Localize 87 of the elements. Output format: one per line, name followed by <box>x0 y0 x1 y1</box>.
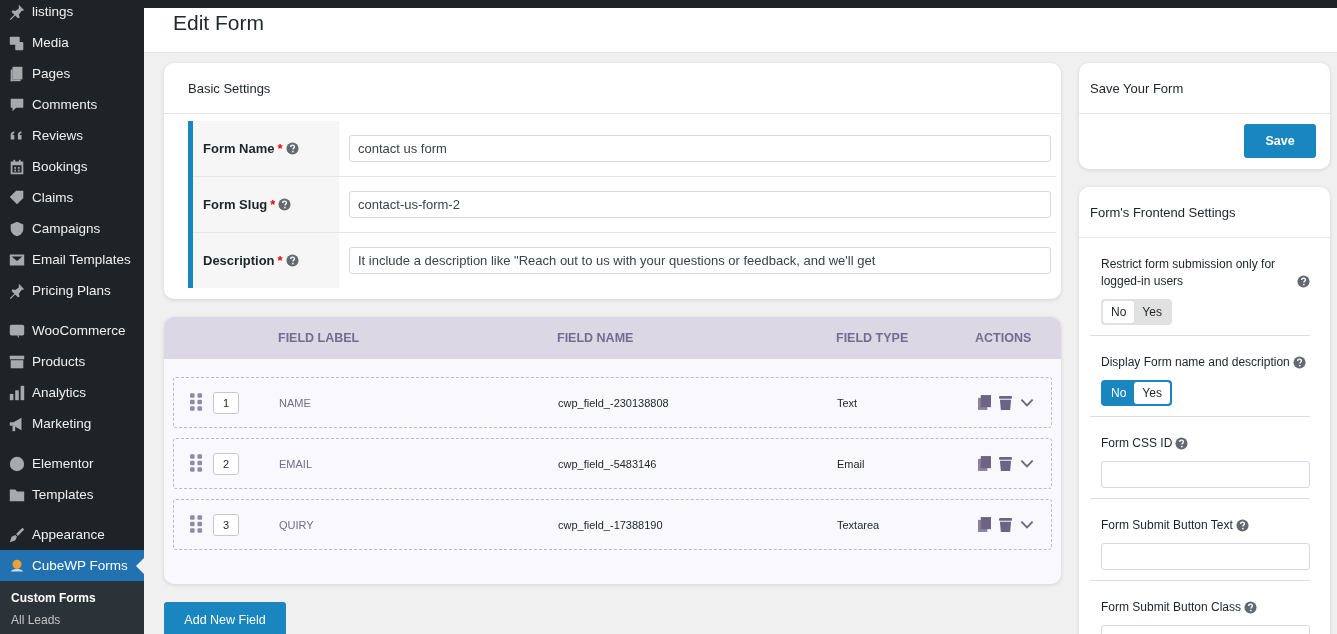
card-title: Basic Settings <box>164 63 1061 114</box>
sidebar-item[interactable]: CubeWP Forms <box>0 550 144 581</box>
setting-label: Form CSS ID <box>1101 435 1173 452</box>
paintbrush-icon <box>8 525 26 544</box>
help-icon[interactable] <box>1175 437 1189 450</box>
sidebar-item[interactable]: Appearance <box>0 519 144 550</box>
order-number: 1 <box>213 391 239 414</box>
add-new-field-button[interactable]: Add New Field <box>164 602 286 634</box>
help-icon[interactable] <box>285 254 299 267</box>
text-input[interactable]: contact us form <box>349 135 1051 162</box>
yes-no-toggle[interactable]: No Yes <box>1101 380 1172 406</box>
help-icon[interactable] <box>1244 601 1258 614</box>
sidebar-item[interactable]: listings <box>0 0 144 27</box>
card-title: Form's Frontend Settings <box>1079 187 1330 238</box>
sidebar-item[interactable]: Email Templates <box>0 244 144 275</box>
column-header: FIELD LABEL <box>278 331 361 345</box>
sidebar-item[interactable]: Claims <box>0 182 144 213</box>
sidebar-item[interactable]: Campaigns <box>0 213 144 244</box>
sidebar-item[interactable]: WooCommerce <box>0 315 144 346</box>
setting-label: Form Submit Button Class <box>1101 599 1242 616</box>
card-title: Save Your Form <box>1079 63 1330 114</box>
calendar-icon <box>8 157 26 176</box>
help-icon[interactable] <box>1292 356 1306 369</box>
trash-icon[interactable] <box>999 517 1012 532</box>
table-cell-text: EMAIL <box>279 457 313 470</box>
table-cell-text: Textarea <box>837 518 881 531</box>
sidebar-item[interactable]: Reviews <box>0 120 144 151</box>
field-row[interactable]: 2 EMAIL cwp_field_-5483146 Email <box>173 438 1052 489</box>
copy-icon[interactable] <box>978 456 991 471</box>
save-button[interactable]: Save <box>1244 124 1316 158</box>
submenu-item[interactable]: All Leads <box>0 609 144 631</box>
field-row[interactable]: 1 NAME cwp_field_-230138808 Text <box>173 377 1052 428</box>
table-cell-text: cwp_field_-17388190 <box>558 518 664 531</box>
setting-label: Restrict form submission only for logged-in users <box>1101 256 1277 290</box>
text-input[interactable]: It include a description like "Reach out to us with your questions or feedback, and we'll get <box>349 247 1051 274</box>
help-icon[interactable] <box>285 142 299 155</box>
pin-icon <box>8 281 26 300</box>
help-icon[interactable] <box>1235 519 1249 532</box>
order-number: 2 <box>213 452 239 475</box>
field-label: Form Slug <box>203 197 268 212</box>
sidebar-item[interactable]: Pricing Plans <box>0 275 144 306</box>
field-label: Form Name <box>203 141 275 156</box>
sidebar-item[interactable]: Media <box>0 27 144 58</box>
drag-handle-icon[interactable] <box>190 515 203 534</box>
shield-icon <box>8 219 26 238</box>
table-cell-text: Text <box>837 396 859 409</box>
sidebar-item[interactable]: Pages <box>0 58 144 89</box>
copy-icon[interactable] <box>978 517 991 532</box>
sidebar-item[interactable]: Analytics <box>0 377 144 408</box>
table-cell-text: cwp_field_-5483146 <box>558 457 658 470</box>
sidebar-item[interactable]: Bookings <box>0 151 144 182</box>
table-cell-text: QUIRY <box>279 518 315 531</box>
column-header: FIELD NAME <box>557 331 635 345</box>
order-number: 3 <box>213 513 239 536</box>
trash-icon[interactable] <box>999 395 1012 410</box>
trash-icon[interactable] <box>999 456 1012 471</box>
required-asterisk: * <box>270 197 276 212</box>
sidebar-item[interactable]: Products <box>0 346 144 377</box>
text-input[interactable] <box>1101 543 1310 570</box>
tag-icon <box>8 188 26 207</box>
table-cell-text: NAME <box>279 396 312 409</box>
yes-no-toggle[interactable]: No Yes <box>1101 299 1172 325</box>
help-icon[interactable] <box>278 198 292 211</box>
text-input[interactable]: contact-us-form-2 <box>349 191 1051 218</box>
field-label: Description <box>203 253 275 268</box>
sidebar-item[interactable]: Templates <box>0 479 144 510</box>
setting-label: Form Submit Button Text <box>1101 517 1233 534</box>
sidebar-item[interactable]: Comments <box>0 89 144 120</box>
table-cell-text: Email <box>837 457 866 470</box>
setting-label: Display Form name and description <box>1101 354 1290 371</box>
sidebar-item[interactable]: Marketing <box>0 408 144 439</box>
page-title: Edit Form <box>173 10 265 36</box>
column-header: ACTIONS <box>975 331 1033 345</box>
drag-handle-icon[interactable] <box>190 454 203 473</box>
field-row[interactable]: 3 QUIRY cwp_field_-17388190 Textarea <box>173 499 1052 550</box>
help-icon[interactable] <box>1297 275 1310 288</box>
drag-handle-icon[interactable] <box>190 393 203 412</box>
required-asterisk: * <box>277 141 283 156</box>
text-input[interactable] <box>1101 461 1310 488</box>
required-asterisk: * <box>277 253 283 268</box>
table-cell-text: cwp_field_-230138808 <box>558 396 670 409</box>
bar-chart-icon <box>8 383 26 402</box>
submenu-item[interactable]: Custom Forms <box>0 587 144 609</box>
copy-icon[interactable] <box>978 395 991 410</box>
sidebar-item[interactable]: Elementor <box>0 448 144 479</box>
pin-icon <box>8 2 26 21</box>
column-header: FIELD TYPE <box>836 331 910 345</box>
